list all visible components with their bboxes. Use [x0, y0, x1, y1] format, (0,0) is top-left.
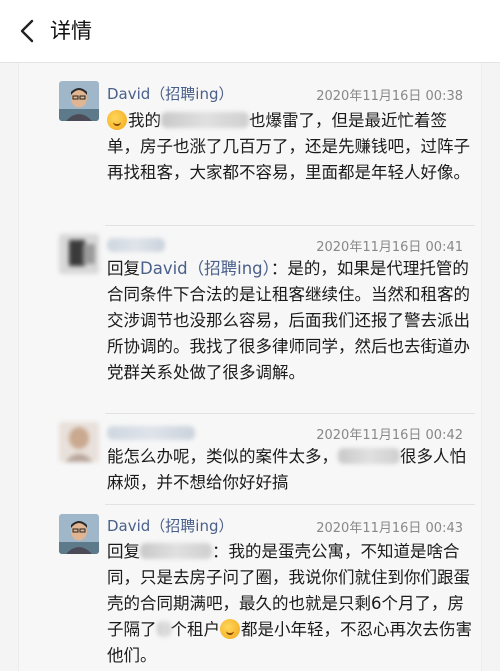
comment-text: 我的 也爆雷了，但是最近忙着签单，房子也涨了几百万了，还是先赚钱吧，过阵子再找租客… [107, 110, 470, 182]
redacted-text [156, 621, 171, 637]
comment-text: 回复David（招聘ing）：是的，如果是代理托管的合同条件下合法的是让租客继续… [107, 259, 470, 382]
comment-author[interactable]: David（招聘ing） [107, 83, 234, 104]
comment-author[interactable]: David（招聘ing） [107, 515, 234, 536]
emoji-icon [220, 619, 240, 639]
comment-text: 回复 ：我的是蛋壳公寓，不知道是啥合同，只是去房子问了圈，我说你们就住到你们跟蛋壳… [107, 542, 472, 665]
chevron-left-icon [20, 19, 34, 43]
reply-mention[interactable]: David（招聘ing） [140, 259, 271, 278]
top-bar: 详情 [0, 0, 500, 62]
comment-item: David（招聘ing） 2020年11月16日 00:43 回复 ：我的是蛋壳公… [19, 505, 483, 671]
comment-item: 2020年11月16日 00:41 回复David（招聘ing）：是的，如果是代… [19, 226, 483, 413]
comment-text: 能怎么办呢，类似的案件太多， 很多人怕麻烦，并不想给你好好搞 [107, 447, 466, 492]
comment-item: David（招聘ing） 2020年11月16日 00:38 我的 也爆雷了，但是… [19, 63, 483, 225]
avatar[interactable] [59, 422, 99, 462]
back-button[interactable] [14, 17, 40, 45]
avatar[interactable] [59, 514, 99, 554]
comment-time: 2020年11月16日 00:41 [316, 240, 463, 255]
comment-time: 2020年11月16日 00:38 [316, 89, 463, 104]
avatar[interactable] [59, 234, 99, 274]
redacted-text [161, 112, 249, 128]
emoji-icon [107, 110, 127, 130]
comment-time: 2020年11月16日 00:43 [316, 521, 463, 536]
redacted-text [338, 448, 400, 464]
comment-author-redacted[interactable] [107, 426, 195, 440]
redacted-reply-mention[interactable] [140, 543, 212, 559]
comment-list: David（招聘ing） 2020年11月16日 00:38 我的 也爆雷了，但是… [18, 63, 482, 671]
comment-time: 2020年11月16日 00:42 [316, 428, 463, 443]
comment-author-redacted[interactable] [107, 238, 165, 252]
avatar[interactable] [59, 81, 99, 121]
page-title: 详情 [50, 19, 92, 43]
